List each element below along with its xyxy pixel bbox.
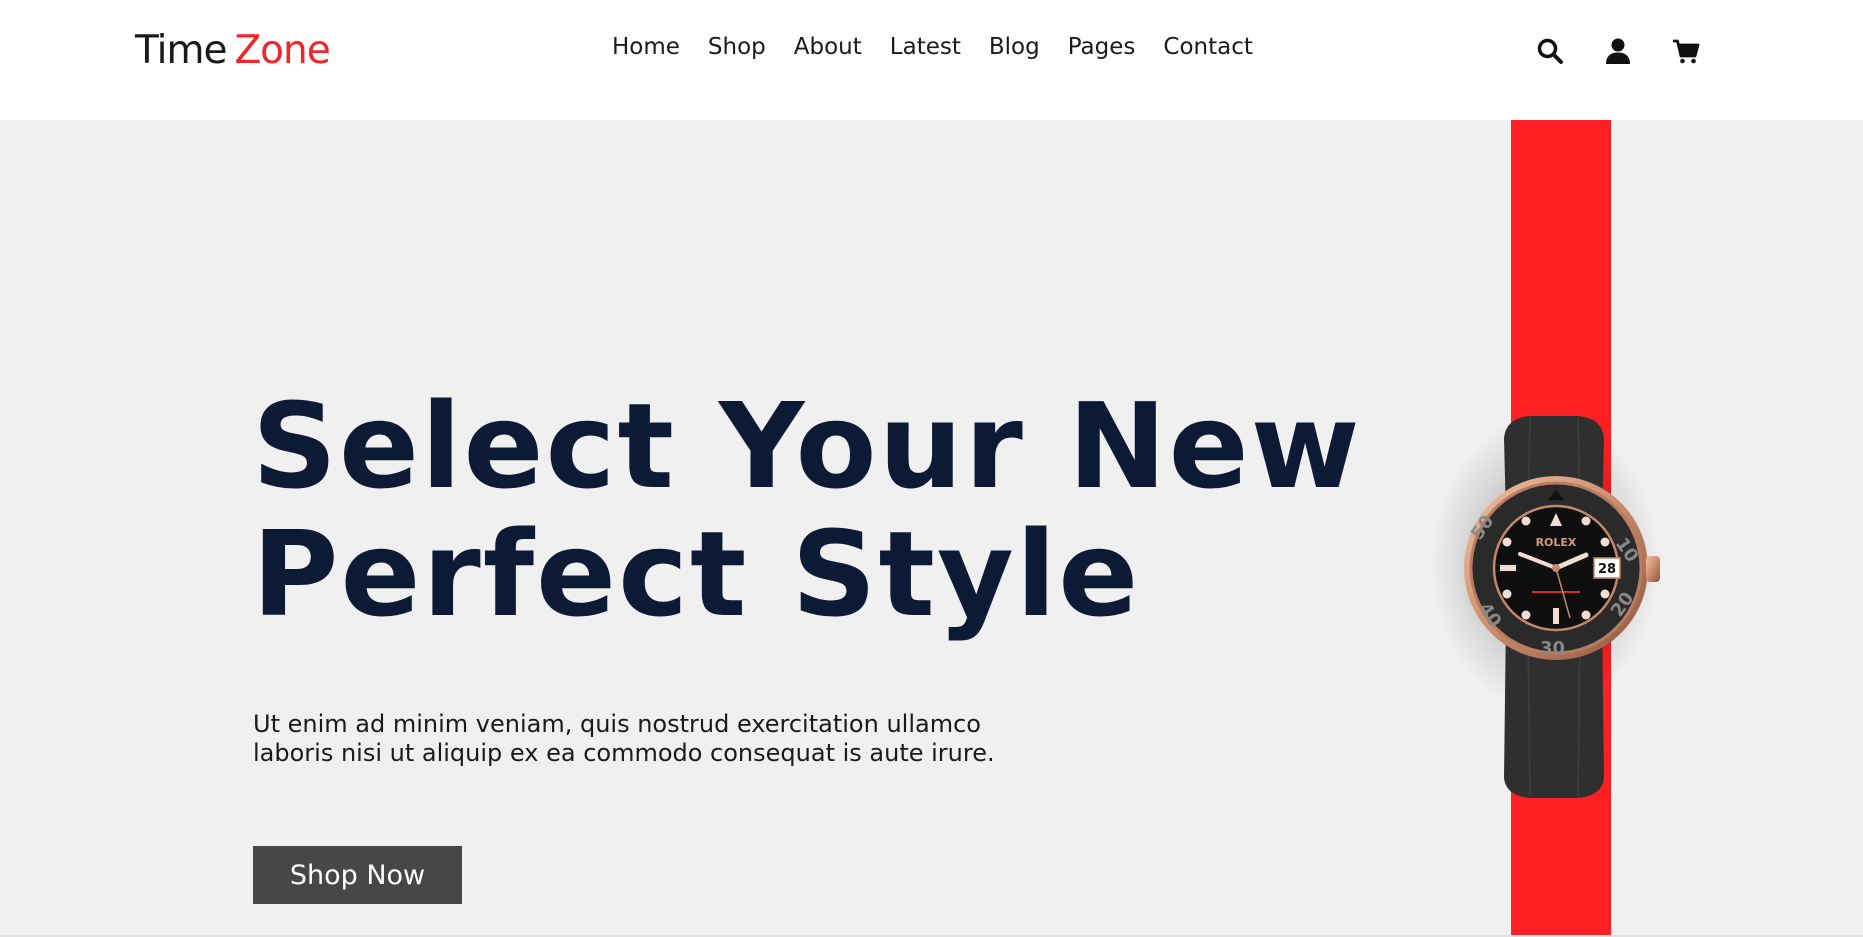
svg-text:30: 30 xyxy=(1540,638,1565,659)
headline-line-1: Select Your New xyxy=(252,377,1362,515)
nav-about[interactable]: About xyxy=(794,34,862,60)
hero-headline: Select Your New Perfect Style xyxy=(252,382,1362,638)
logo-time: Time xyxy=(135,28,227,73)
nav-latest[interactable]: Latest xyxy=(890,34,961,60)
site-header: Time Zone Home Shop About Latest Blog Pag… xyxy=(0,0,1863,120)
description-line-1: Ut enim ad minim veniam, quis nostrud ex… xyxy=(253,710,981,738)
header-icons xyxy=(1535,36,1701,66)
cart-icon[interactable] xyxy=(1671,36,1701,66)
headline-line-2: Perfect Style xyxy=(252,505,1141,643)
logo[interactable]: Time Zone xyxy=(135,28,331,73)
watch-date: 28 xyxy=(1598,562,1616,577)
nav-blog[interactable]: Blog xyxy=(989,34,1040,60)
description-line-2: laboris nisi ut aliquip ex ea commodo co… xyxy=(253,739,995,767)
hero-section: Select Your New Perfect Style Ut enim ad… xyxy=(0,120,1863,935)
nav-contact[interactable]: Contact xyxy=(1163,34,1252,60)
nav-shop[interactable]: Shop xyxy=(708,34,766,60)
main-nav: Home Shop About Latest Blog Pages Contac… xyxy=(612,34,1253,60)
shop-now-button[interactable]: Shop Now xyxy=(253,846,462,904)
watch-brand: ROLEX xyxy=(1536,536,1577,549)
nav-home[interactable]: Home xyxy=(612,34,680,60)
watch-image: 50 10 30 40 20 28 ROLEX xyxy=(1430,413,1660,798)
hero-description: Ut enim ad minim veniam, quis nostrud ex… xyxy=(253,710,1053,768)
search-icon[interactable] xyxy=(1535,36,1565,66)
nav-pages[interactable]: Pages xyxy=(1068,34,1136,60)
logo-zone: Zone xyxy=(234,28,330,73)
user-icon[interactable] xyxy=(1603,36,1633,66)
